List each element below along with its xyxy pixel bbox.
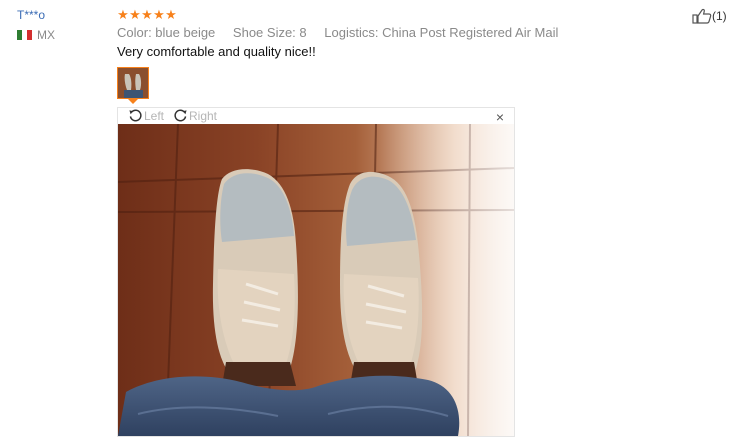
star-icon: ★ xyxy=(165,7,177,22)
rotate-right-button[interactable]: Right xyxy=(173,108,217,123)
helpful-count: (1) xyxy=(712,9,727,23)
review-photo-thumbnail[interactable] xyxy=(117,67,149,99)
rotate-right-icon xyxy=(174,109,187,122)
attribute-shoe-size: Shoe Size: 8 xyxy=(232,25,307,40)
star-icon: ★ xyxy=(141,7,153,22)
rotate-left-label: Left xyxy=(144,108,165,123)
reviewer-country: MX xyxy=(17,28,55,42)
thumbs-up-icon xyxy=(692,8,712,24)
photo-viewer: Left Right × xyxy=(117,107,515,437)
star-rating: ★ ★ ★ ★ ★ xyxy=(117,7,177,22)
rotate-left-button[interactable]: Left xyxy=(128,108,164,123)
rotate-right-label: Right xyxy=(189,108,218,123)
reviewer-name: T***o xyxy=(17,8,46,22)
star-icon: ★ xyxy=(117,7,129,22)
helpful-button[interactable]: (1) xyxy=(692,8,727,24)
viewer-toolbar: Left Right × xyxy=(118,108,514,125)
mexico-flag-icon xyxy=(17,30,32,40)
attribute-color: Color: blue beige xyxy=(117,25,216,40)
rotate-left-icon xyxy=(129,109,142,122)
country-code: MX xyxy=(37,28,55,42)
thumbnail-pointer xyxy=(128,99,138,104)
star-icon: ★ xyxy=(129,7,141,22)
review-text: Very comfortable and quality nice!! xyxy=(117,44,316,59)
order-attributes: Color: blue beige Shoe Size: 8 Logistics… xyxy=(117,25,572,40)
close-viewer-button[interactable]: × xyxy=(496,109,504,125)
review-photo xyxy=(118,124,514,436)
star-icon: ★ xyxy=(153,7,165,22)
attribute-logistics: Logistics: China Post Registered Air Mai… xyxy=(324,25,559,40)
